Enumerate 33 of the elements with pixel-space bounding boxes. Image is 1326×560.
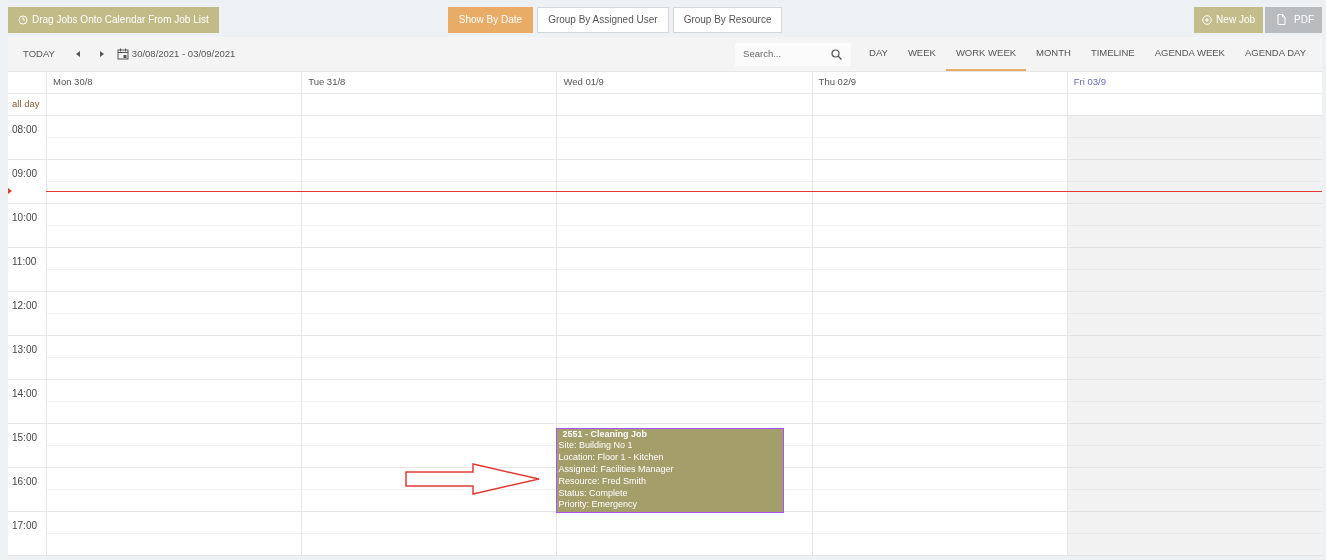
group-tab[interactable]: Group By Assigned User [537,6,669,33]
left-arrow-icon [74,50,81,59]
event-detail: Location: Floor 1 - Kitchen [558,452,665,465]
view-tab[interactable]: TIMELINE [1080,37,1145,71]
group-tab[interactable]: Group By Resource [672,6,783,33]
event-detail: Site: Building No 1 [558,440,634,453]
today-button[interactable]: TODAY [23,46,55,62]
day-header: Fri 03/9 [1066,72,1322,94]
search-field[interactable]: Search... [735,42,852,66]
event-detail: Status: Complete [558,487,629,500]
search-icon [831,48,843,60]
date-range[interactable]: 30/08/2021 - 03/09/2021 [131,46,236,62]
right-arrow-icon [98,50,105,59]
day-header: Wed 01/9 [556,72,812,94]
event-detail: Resource: Fred Smith [558,475,647,488]
event-detail: Priority: Emergency [558,499,638,512]
plus-circle-icon [1202,14,1213,25]
day-header: Tue 31/8 [301,72,557,94]
calendar-icon[interactable] [116,48,129,60]
view-tab[interactable]: AGENDA DAY [1234,37,1316,71]
view-tab[interactable]: MONTH [1026,37,1081,71]
event-title: 2551 - Cleaning Job [561,428,648,441]
view-tab[interactable]: WORK WEEK [945,37,1027,71]
event-detail: Assigned: Facilities Manager [558,464,675,476]
document-icon [1277,14,1286,25]
view-tab[interactable]: AGENDA WEEK [1144,37,1235,71]
day-header: Mon 30/8 [46,72,302,94]
current-time-marker [8,187,12,194]
day-header: Thu 02/9 [811,72,1067,94]
view-tab[interactable]: DAY [859,37,898,71]
search-input[interactable]: Search... [741,45,832,63]
view-tab[interactable]: WEEK [897,37,946,71]
clock-icon [18,14,28,25]
